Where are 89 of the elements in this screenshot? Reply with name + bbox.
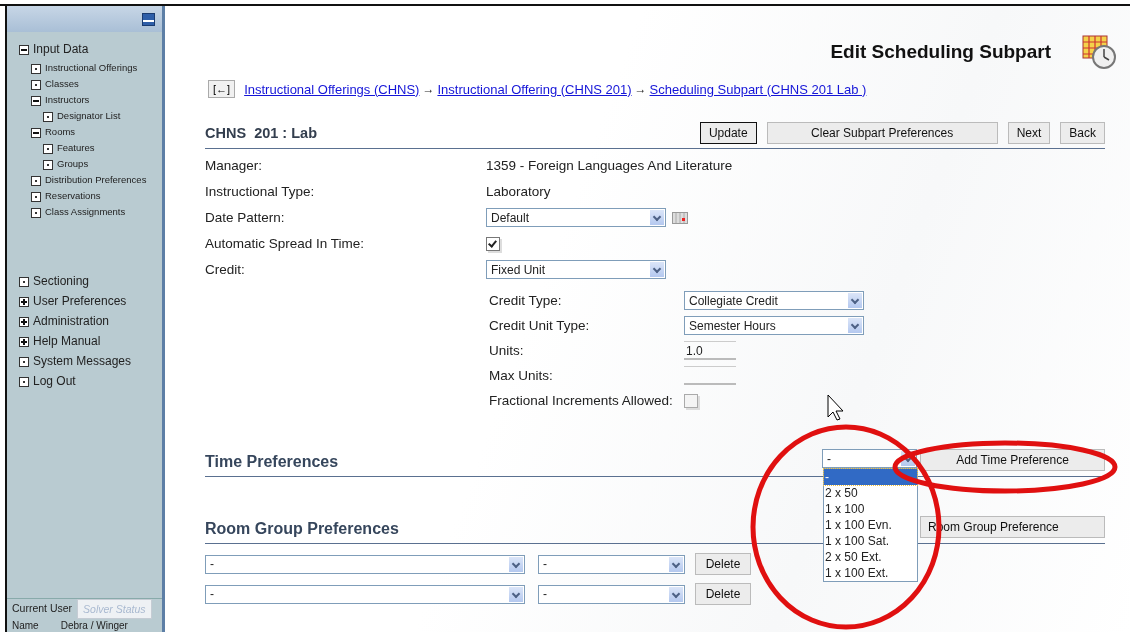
sidebar-link[interactable]: Rooms xyxy=(45,126,76,138)
delete-button[interactable]: Delete xyxy=(695,553,751,575)
calendar-icon[interactable] xyxy=(672,211,688,224)
tree-toggle-icon[interactable] xyxy=(43,144,53,154)
tree-toggle-icon[interactable] xyxy=(31,128,41,138)
select-field[interactable]: Semester Hours xyxy=(684,316,864,335)
section-title: Room Group Preferences xyxy=(205,520,399,538)
add-time-preference-button[interactable]: Add Time Preference xyxy=(920,449,1105,471)
sidebar-link[interactable]: Distribution Preferences xyxy=(45,174,147,186)
page-title: Edit Scheduling Subpart xyxy=(830,41,1051,63)
breadcrumb-separator: → xyxy=(422,82,435,96)
dropdown-option[interactable]: 1 x 100 Ext. xyxy=(824,565,917,581)
sidebar-link[interactable]: System Messages xyxy=(33,354,132,369)
field-label: Instructional Type: xyxy=(205,183,316,201)
sidebar-link[interactable]: User Preferences xyxy=(33,294,127,309)
field-label: Automatic Spread In Time: xyxy=(205,235,366,253)
dropdown-option[interactable]: 1 x 100 xyxy=(824,501,917,517)
tree-toggle-icon[interactable] xyxy=(31,96,41,106)
sidebar-link[interactable]: Class Assignments xyxy=(45,206,126,218)
tree-toggle-icon[interactable] xyxy=(19,297,29,307)
section-title: CHNS 201 : Lab xyxy=(205,125,317,141)
tree-toggle-icon[interactable] xyxy=(19,45,29,55)
tree-toggle-icon[interactable] xyxy=(31,64,41,74)
select-field[interactable]: Default xyxy=(486,208,666,227)
action-button[interactable]: Next xyxy=(1007,122,1051,144)
sidebar-tab[interactable]: Current User xyxy=(7,599,78,619)
calendar-clock-icon xyxy=(1081,34,1117,70)
sidebar-link[interactable]: Reservations xyxy=(45,190,101,202)
tree-toggle-icon[interactable] xyxy=(19,357,29,367)
delete-button[interactable]: Delete xyxy=(695,583,751,605)
user-label: Name xyxy=(12,620,39,631)
tree-toggle-icon[interactable] xyxy=(31,208,41,218)
dropdown-option[interactable]: 2 x 50 xyxy=(824,485,917,501)
field-label: Fractional Increments Allowed: xyxy=(489,392,674,410)
tree-toggle-icon[interactable] xyxy=(19,377,29,387)
sidebar-link[interactable]: Log Out xyxy=(33,374,76,389)
select-field[interactable]: - xyxy=(538,584,685,604)
tree-toggle-icon[interactable] xyxy=(31,192,41,202)
tree-toggle-icon[interactable] xyxy=(43,112,53,122)
select-field[interactable]: - xyxy=(205,584,525,604)
user-name: Debra / Winger xyxy=(60,620,128,631)
sidebar-link[interactable]: Instructors xyxy=(45,94,90,106)
field-label: Units: xyxy=(489,342,525,360)
field-value: Laboratory xyxy=(486,184,551,199)
dropdown-option[interactable]: 1 x 100 Evn. xyxy=(824,517,917,533)
select-field[interactable]: - xyxy=(205,554,525,574)
tree-toggle-icon[interactable] xyxy=(19,317,29,327)
collapse-button[interactable] xyxy=(142,12,155,26)
field-label: Credit Type: xyxy=(489,292,563,310)
sidebar-link[interactable]: Instructional Offerings xyxy=(45,62,138,74)
checkbox[interactable] xyxy=(684,393,698,408)
tree-toggle-icon[interactable] xyxy=(19,277,29,287)
tree-toggle-icon[interactable] xyxy=(31,80,41,90)
dropdown-option[interactable]: 1 x 100 Sat. xyxy=(824,533,917,549)
sidebar-link[interactable]: Groups xyxy=(57,158,89,170)
sidebar-link[interactable]: Input Data xyxy=(33,42,89,57)
field-label: Max Units: xyxy=(489,367,554,385)
sidebar-link[interactable]: Features xyxy=(57,142,95,154)
select-field[interactable]: - xyxy=(538,554,685,574)
field-label: Manager: xyxy=(205,157,264,175)
back-button[interactable]: [←] xyxy=(208,80,236,98)
breadcrumb-separator: → xyxy=(634,82,647,96)
sidebar-link[interactable]: Sectioning xyxy=(33,274,90,289)
section-title: Time Preferences xyxy=(205,453,339,471)
select-field[interactable]: Fixed Unit xyxy=(486,260,666,279)
input-field[interactable] xyxy=(684,366,736,385)
breadcrumb-link[interactable]: Instructional Offering (CHNS 201) xyxy=(437,81,632,97)
field-label: Credit Unit Type: xyxy=(489,317,591,335)
dropdown-option[interactable]: - xyxy=(824,469,917,485)
tree-toggle-icon[interactable] xyxy=(19,337,29,347)
sidebar-link[interactable]: Classes xyxy=(45,78,79,90)
sidebar-link[interactable]: Administration xyxy=(33,314,110,329)
dropdown-option[interactable]: 2 x 50 Ext. xyxy=(824,549,917,565)
mouse-cursor-icon xyxy=(827,394,844,421)
field-label: Credit: xyxy=(205,261,246,279)
action-button[interactable]: Update xyxy=(699,122,757,144)
breadcrumb-link[interactable]: Instructional Offerings (CHNS) xyxy=(244,81,420,97)
action-button[interactable]: Back xyxy=(1060,122,1105,144)
tree-toggle-icon[interactable] xyxy=(31,176,41,186)
field-value: 1359 - Foreign Languages And Literature xyxy=(486,158,733,173)
input-field[interactable]: 1.0 xyxy=(684,341,736,360)
tree-toggle-icon[interactable] xyxy=(43,160,53,170)
breadcrumb-link[interactable]: Scheduling Subpart (CHNS 201 Lab ) xyxy=(649,81,867,97)
sidebar-link[interactable]: Designator List xyxy=(57,110,121,122)
field-label: Date Pattern: xyxy=(205,209,286,227)
checkbox[interactable] xyxy=(486,236,500,251)
select-field[interactable]: Collegiate Credit xyxy=(684,291,864,310)
sidebar-link[interactable]: Help Manual xyxy=(33,334,101,349)
action-button[interactable]: Clear Subpart Preferences xyxy=(766,122,998,144)
